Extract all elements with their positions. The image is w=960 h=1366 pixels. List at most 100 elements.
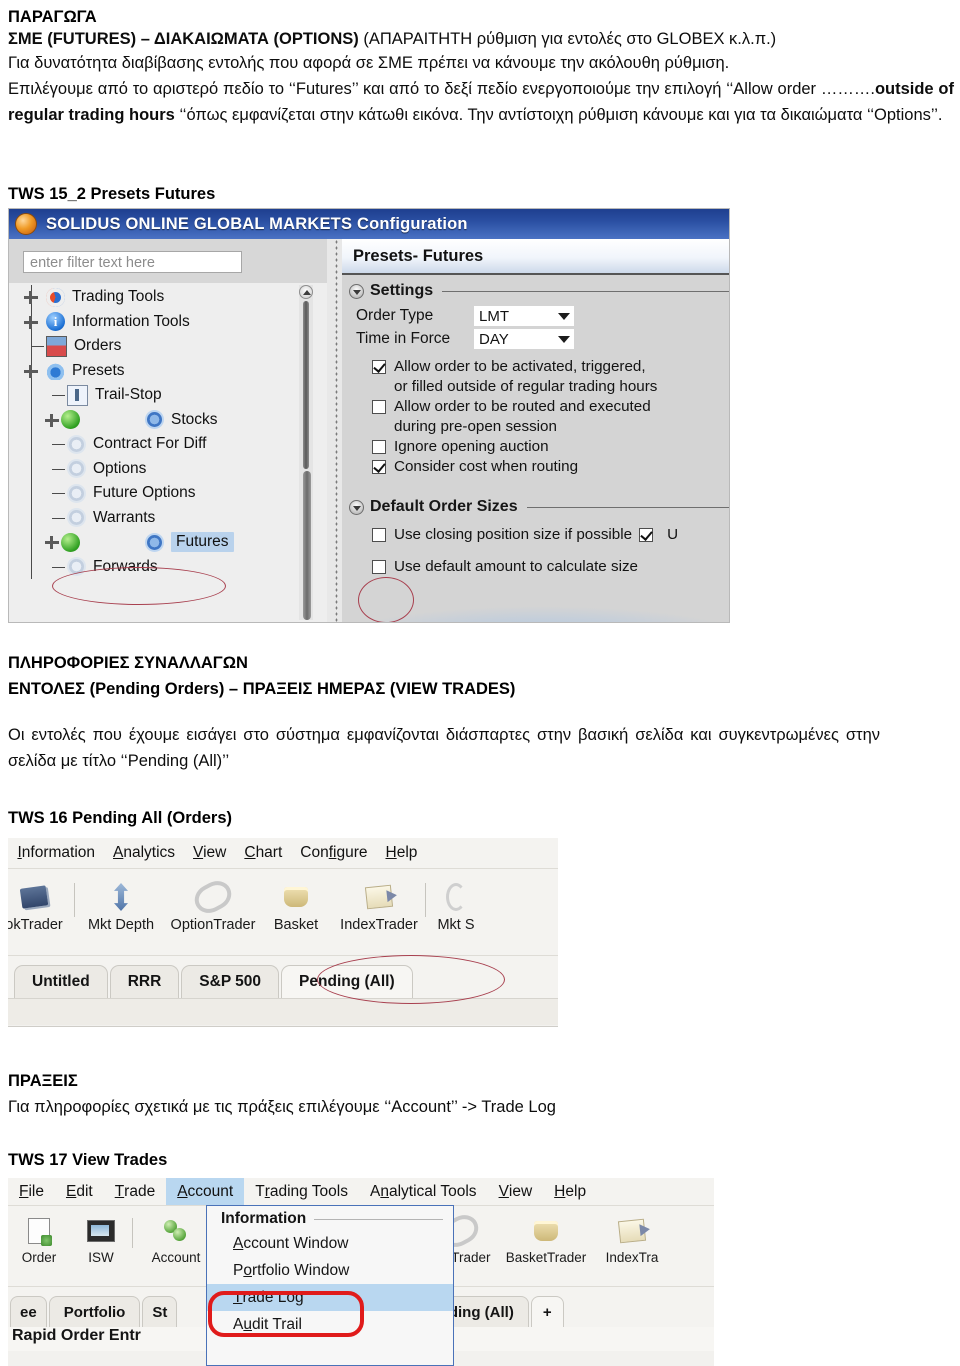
menu-item-analytical-tools[interactable]: An alytical Tools [359,1178,488,1205]
collapse-twisty-icon[interactable] [349,283,364,299]
tab-sp500[interactable]: S&P 500 [181,965,280,998]
tab-pending-all[interactable]: Pending (All) [281,965,413,998]
tws-pending-all-window[interactable]: ι Information Analytics View Chart Confi… [8,838,558,1027]
gear-pale-icon [67,434,86,454]
toolbar-button-basket[interactable]: Basket [259,869,333,933]
checkbox-use-default-amount[interactable]: Use default amount to calculate size [372,557,729,577]
toolbar-button-booktrader[interactable]: okTrader [8,869,74,933]
settings-group-header[interactable]: Settings [342,275,729,303]
checkbox-input-trailing[interactable] [639,528,654,542]
toolbar-button-indextrader[interactable]: IndexTrader [333,869,425,933]
checkbox-input[interactable] [372,400,386,414]
menu-item-help[interactable]: Help [543,1178,597,1205]
page-tab-bar[interactable]: Untitled RRR S&P 500 Pending (All) [8,956,558,998]
checkbox-input[interactable] [372,528,386,542]
expand-plus-icon[interactable] [45,413,59,427]
time-in-force-dropdown[interactable]: DAY [474,329,574,349]
toolbar-button-optiontrader[interactable]: OptionTrader [167,869,259,933]
checkbox-use-closing-position-size[interactable]: Use closing position size if possible U [372,525,729,545]
tree-item-options[interactable]: Options [9,456,327,481]
tree-item-presets[interactable]: Presets [9,358,327,383]
default-order-sizes-group-header[interactable]: Default Order Sizes [342,491,729,519]
toolbar-button-mkt-scanner[interactable]: Mkt S [426,869,486,933]
tab-portfolio[interactable]: Portfolio [48,1296,141,1327]
tab-untitled[interactable]: Untitled [14,965,108,998]
toolbar-button-baskettrader[interactable]: BasketTrader [503,1206,589,1265]
order-type-dropdown[interactable]: LMT [474,306,574,326]
scrollbar-thumb[interactable] [303,301,309,469]
menu-item-information[interactable]: Information [17,844,95,862]
menu-item-chart[interactable]: Chart [244,844,282,862]
scrollbar-track[interactable] [303,471,311,620]
checkbox-input[interactable] [372,360,386,374]
scroll-up-arrow-icon[interactable] [299,285,313,299]
collapse-minus-icon[interactable] [24,364,38,378]
menu-item-edit[interactable]: Edit [55,1178,104,1205]
tree-item-trading-tools[interactable]: Trading Tools [9,285,327,310]
menu-item-analytics[interactable]: Analytics [113,844,175,862]
tree-vertical-scrollbar[interactable] [299,285,313,620]
tab-ee[interactable]: ee [10,1296,47,1327]
tree-item-information-tools[interactable]: Information Tools [9,309,327,334]
account-dropdown-menu[interactable]: Information Account Window Po rtfolio Win… [206,1205,454,1366]
checkbox-label-trailing: U [667,526,679,543]
checkbox-input[interactable] [372,460,386,474]
tree-branch-line [52,517,65,519]
expand-plus-icon[interactable] [24,291,38,304]
tree-item-warrants[interactable]: Warrants [9,505,327,530]
tab-add-new[interactable]: + [530,1296,564,1327]
menu-item-trading-tools[interactable]: Tr ading Tools [244,1178,359,1205]
subtitle-line: ΣΜΕ (FUTURES) – ΔΙΑΚΑΙΩΜΑΤΑ (OPTIONS) (Α… [8,26,950,52]
toolbar-button-isw[interactable]: ISW [70,1206,132,1265]
checkbox-ignore-opening-auction[interactable]: Ignore opening auction [372,437,729,457]
menu-item-view[interactable]: View [488,1178,544,1205]
tree-item-future-options[interactable]: Future Options [9,481,327,506]
menu-bar[interactable]: File Edit Trade Account Tr ading Tools An… [8,1178,714,1205]
checkbox-allow-outside-rth[interactable]: Allow order to be activated, triggered, … [372,357,729,397]
checkbox-consider-cost[interactable]: Consider cost when routing [372,457,729,477]
expand-plus-icon[interactable] [24,315,38,329]
menu-bar[interactable]: ι Information Analytics View Chart Confi… [8,838,558,868]
toolbar-button-mkt-depth[interactable]: Mkt Depth [75,869,167,933]
tree-item-forwards[interactable]: Forwards [9,554,327,579]
tab-rrr[interactable]: RRR [109,965,180,998]
checkbox-input[interactable] [372,560,386,574]
filter-input[interactable]: enter filter text here [23,251,242,273]
tree-item-stocks[interactable]: Stocks [9,407,327,432]
menu-item-trade[interactable]: Trade [104,1178,167,1205]
solidus-configuration-window[interactable]: SOLIDUS ONLINE GLOBAL MARKETS Configurat… [8,208,730,623]
tree-item-contract-for-diff[interactable]: Contract For Diff [9,432,327,457]
tree-item-label: Options [93,459,147,477]
collapse-twisty-icon[interactable] [349,499,364,515]
tree-branch-line [52,566,65,568]
tab-st[interactable]: St [142,1296,178,1327]
menu-item-help[interactable]: Help [386,844,418,862]
checkbox-label: Allow order to be activated, triggered, … [394,357,657,397]
expand-plus-icon[interactable] [45,536,59,549]
order-type-field[interactable]: Order Type LMT [356,306,729,326]
tree-item-futures[interactable]: Futures [9,530,327,555]
pane-splitter[interactable] [335,239,338,622]
dropdown-item-account-window[interactable]: Account Window [207,1230,453,1257]
tree-item-orders[interactable]: Orders [9,334,327,359]
checkbox-input[interactable] [372,440,386,454]
menu-item-file[interactable]: File [8,1178,55,1205]
tws-account-menu-window[interactable]: File Edit Trade Account Tr ading Tools An… [8,1178,714,1366]
dropdown-item-audit-trail[interactable]: Au dit Trail [207,1311,453,1338]
tool-bar[interactable]: okTrader Mkt Depth OptionTrader Basket I… [8,868,558,956]
toolbar-button-order[interactable]: Order [8,1206,70,1265]
menu-item-account[interactable]: Account [166,1178,245,1205]
dropdown-item-trade-log[interactable]: Trade Log [207,1284,453,1311]
checkbox-route-pre-open[interactable]: Allow order to be routed and executed du… [372,397,729,437]
menu-item-view[interactable]: View [193,844,226,862]
dropdown-item-label: rtfolio Window [251,1261,350,1279]
tree-item-trail-stop[interactable]: Trail-Stop [9,383,327,408]
subtitle-bold: ΣΜΕ (FUTURES) – ΔΙΑΚΑΙΩΜΑΤΑ (OPTIONS) [8,30,359,48]
toolbar-button-indextrader[interactable]: IndexTra [589,1206,675,1265]
toolbar-button-label: IndexTrader [340,917,418,933]
time-in-force-field[interactable]: Time in Force DAY [356,329,729,349]
paragraph-4: Για πληροφορίες σχετικά με τις πράξεις ε… [8,1098,556,1116]
dropdown-item-portfolio-window[interactable]: Po rtfolio Window [207,1257,453,1284]
preferences-tree[interactable]: Trading Tools Information Tools Orders [9,283,327,622]
menu-item-configure[interactable]: Configure [300,844,367,862]
